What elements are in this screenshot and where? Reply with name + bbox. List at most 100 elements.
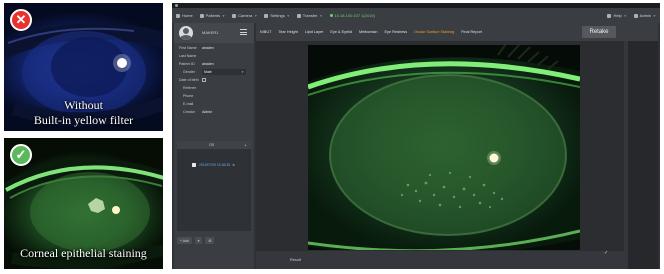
- patient-name: MAKER1: [202, 30, 219, 35]
- field-label: Creator: [183, 110, 195, 114]
- settings-icon: [264, 13, 269, 18]
- tab-nibut[interactable]: NIBUT: [260, 30, 271, 34]
- field-label: Last Name: [179, 54, 197, 58]
- patient-header: MAKER1: [174, 23, 254, 43]
- transfer-icon: [296, 13, 301, 18]
- tabs: NIBUT Tear Height Lipid Layer Eye & Eyel…: [260, 30, 489, 34]
- field-label: Gender: [183, 70, 195, 74]
- creator-value: Admin: [202, 110, 213, 114]
- patient-sidebar: MAKER1 First Name ainaien Last Name Pati…: [174, 23, 254, 269]
- field-first-name: First Name ainaien: [174, 45, 254, 52]
- status-dot-icon: [329, 14, 333, 17]
- menu-transfer-label: Transfer: [302, 13, 318, 18]
- first-name-value[interactable]: ainaien: [202, 46, 214, 50]
- chevron-down-icon: ▼: [653, 13, 656, 18]
- user-icon: [633, 13, 638, 18]
- home-icon: [176, 13, 180, 18]
- app-logo-icon: [175, 4, 178, 7]
- field-phone: Phone: [174, 93, 254, 100]
- tab-lipid-layer[interactable]: Lipid Layer: [305, 30, 324, 34]
- menu-help-label: Help: [613, 13, 622, 18]
- camera-icon: [232, 13, 237, 18]
- comparison-without-filter: ✕ Without Built-in yellow filter: [4, 3, 163, 131]
- tab-tear-height[interactable]: Tear Height: [278, 30, 297, 34]
- grid-view-button[interactable]: ⊞: [205, 237, 215, 244]
- delete-icon[interactable]: ⊗: [232, 163, 235, 167]
- menu-home[interactable]: Home: [176, 13, 193, 18]
- tab-meibomian[interactable]: Meibomian: [359, 30, 378, 34]
- caption-without-filter: Without Built-in yellow filter: [4, 98, 163, 128]
- stained-eye-image: [308, 45, 580, 250]
- chevron-down-icon: ▼: [286, 13, 290, 18]
- checkbox[interactable]: [192, 163, 196, 167]
- field-label: Referrer: [183, 86, 197, 90]
- exam-list: OS ▲ 2019/07/09 15:38:35 ⊗: [177, 141, 251, 231]
- exam-list-header[interactable]: OS ▲: [177, 141, 251, 149]
- menu-home-label: Home: [182, 13, 193, 18]
- sidebar-actions: + Add ▾ ⊞: [177, 237, 217, 244]
- menu-camera[interactable]: Camera ▼: [232, 13, 257, 18]
- gender-select[interactable]: Male ▼: [202, 69, 246, 75]
- calendar-icon[interactable]: [202, 78, 206, 82]
- avatar: [179, 26, 193, 40]
- field-email: E-mail: [174, 101, 254, 108]
- add-exam-button[interactable]: + Add: [177, 237, 192, 244]
- field-label: E-mail: [183, 102, 194, 106]
- caption-line-2: Built-in yellow filter: [33, 113, 134, 127]
- retake-button[interactable]: Retake: [582, 26, 616, 38]
- chevron-down-icon: ▼: [222, 13, 226, 18]
- app-window: Home Patients ▼ Camera ▼ Settings ▼ Tran…: [172, 3, 660, 269]
- connection-status-text: 10.18.100.107 1(2019): [334, 13, 375, 18]
- exam-entry-date: 2019/07/09 15:38:35: [199, 163, 231, 167]
- field-referrer: Referrer: [174, 85, 254, 92]
- exam-eye-label: OS: [209, 143, 215, 147]
- comparison-with-filter: ✓ Corneal epithelial staining: [4, 138, 163, 269]
- caption-corneal-staining: Corneal epithelial staining: [20, 246, 147, 260]
- exam-tab-bar: NIBUT Tear Height Lipid Layer Eye & Eyel…: [256, 23, 658, 41]
- field-patient-id: Patient ID ainaien: [174, 61, 254, 68]
- chevron-down-icon: ▼: [254, 13, 258, 18]
- tab-final-report[interactable]: Final Report: [461, 30, 482, 34]
- field-creator: Creator Admin: [174, 109, 254, 116]
- menu-help[interactable]: Help ▼: [607, 13, 627, 18]
- gender-value: Male: [204, 70, 212, 74]
- confirm-check-icon[interactable]: ✓: [604, 250, 608, 256]
- menu-bar: Home Patients ▼ Camera ▼ Settings ▼ Tran…: [172, 8, 660, 23]
- tab-ocular-surface-staining[interactable]: Ocular Surface Staining: [414, 30, 454, 34]
- field-label: Patient ID: [179, 62, 195, 66]
- main-content: NIBUT Tear Height Lipid Layer Eye & Eyel…: [256, 23, 658, 269]
- field-gender: Gender Male ▼: [174, 69, 254, 76]
- connection-status: 10.18.100.107 1(2019): [329, 13, 375, 18]
- menu-patients[interactable]: Patients ▼: [199, 13, 226, 18]
- tab-eye-redness[interactable]: Eye Redness: [385, 30, 408, 34]
- menu-user[interactable]: Admin ▼: [633, 13, 656, 18]
- side-panel: [628, 41, 658, 269]
- patients-icon: [199, 13, 204, 18]
- hamburger-menu-icon[interactable]: [240, 29, 247, 35]
- caption-line-1: Without: [64, 98, 103, 112]
- chevron-down-icon: ▼: [241, 70, 244, 74]
- chevron-down-icon: ▼: [623, 13, 627, 18]
- menu-settings-label: Settings: [270, 13, 285, 18]
- check-icon: ✓: [10, 144, 32, 166]
- help-icon: [607, 13, 612, 18]
- field-label: Date of birth: [179, 78, 199, 82]
- eye-image-viewer[interactable]: [308, 45, 580, 250]
- field-dob: Date of birth: [174, 77, 254, 84]
- menu-camera-label: Camera: [238, 13, 253, 18]
- dropdown-button[interactable]: ▾: [194, 237, 203, 244]
- menu-patients-label: Patients: [205, 13, 221, 18]
- menu-user-label: Admin: [639, 13, 652, 18]
- result-label: Result: [290, 258, 301, 262]
- chevron-up-icon: ▲: [244, 143, 247, 147]
- field-last-name: Last Name: [174, 53, 254, 60]
- menu-settings[interactable]: Settings ▼: [264, 13, 290, 18]
- field-label: First Name: [179, 46, 197, 50]
- field-label: Phone: [183, 94, 194, 98]
- result-bar: Result: [256, 251, 628, 269]
- patient-id-value[interactable]: ainaien: [202, 62, 214, 66]
- menu-transfer[interactable]: Transfer ▼: [296, 13, 323, 18]
- cross-icon: ✕: [10, 9, 32, 31]
- tab-eye-eyelid[interactable]: Eye & Eyelid: [330, 30, 352, 34]
- exam-entry[interactable]: 2019/07/09 15:38:35 ⊗: [192, 163, 235, 167]
